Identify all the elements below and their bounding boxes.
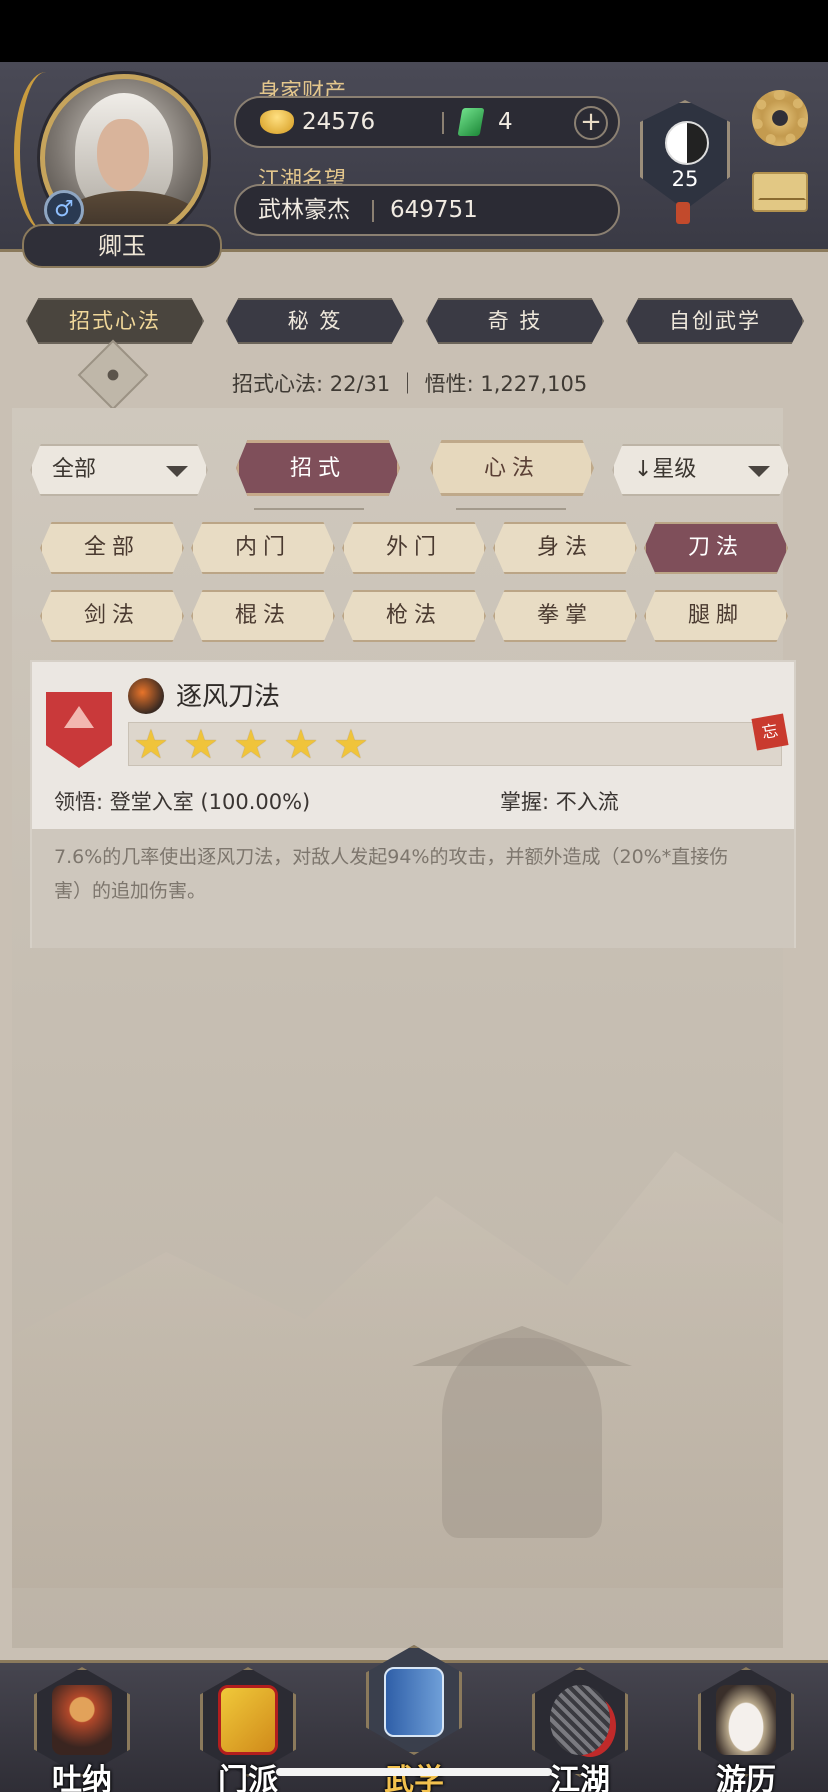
tab-moves-mind[interactable]: 招式心法	[26, 298, 204, 344]
add-currency-button[interactable]: +	[574, 106, 608, 140]
tab-self-created[interactable]: 自创武学	[626, 298, 804, 344]
jade-icon	[457, 108, 485, 136]
tab-special-skill[interactable]: 奇 技	[426, 298, 604, 344]
tab-secret-manual[interactable]: 秘 笈	[226, 298, 404, 344]
player-header: ♂ 卿玉 身家财产 24576 4 + 江湖名望 武林豪杰 649751 25	[0, 62, 828, 268]
blade-skill-icon	[128, 678, 164, 714]
category-leg[interactable]: 腿脚	[644, 590, 788, 642]
category-spear[interactable]: 枪法	[342, 590, 486, 642]
star-icon: ★	[333, 722, 369, 768]
tassel-icon	[676, 202, 690, 224]
skill-name: 逐风刀法	[176, 682, 281, 712]
toggle-mind[interactable]: 心法	[430, 440, 594, 496]
scope-dropdown-value: 全部	[52, 457, 97, 482]
nav-label: 吐纳	[52, 1763, 112, 1792]
background-figure	[442, 1338, 602, 1538]
star-icon: ★	[283, 722, 319, 768]
category-all[interactable]: 全部	[40, 522, 184, 574]
star-icon: ★	[233, 722, 269, 768]
star-icon: ★	[133, 722, 169, 768]
chevron-down-icon	[166, 466, 188, 477]
yin-yang-icon	[665, 121, 709, 165]
status-bar	[0, 0, 828, 62]
sort-dropdown[interactable]: ↓星级	[612, 444, 790, 496]
category-fist-palm[interactable]: 拳掌	[493, 590, 637, 642]
category-blade[interactable]: 刀法	[644, 522, 788, 574]
toggle-moves[interactable]: 招式	[236, 440, 400, 496]
category-staff[interactable]: 棍法	[191, 590, 335, 642]
category-inner[interactable]: 内门	[191, 522, 335, 574]
level-value: 25	[671, 167, 699, 191]
nav-breathing[interactable]: 吐纳	[22, 1663, 142, 1792]
star-icon: ★	[183, 722, 219, 768]
divider	[372, 200, 374, 222]
fame-bar: 武林豪杰 649751	[234, 184, 620, 236]
skill-panel: 全部 招式 心法 ↓星级 全部 内门 外门 身法 刀法 剑法 棍法 枪法 拳掌 …	[12, 408, 796, 1648]
category-sword[interactable]: 剑法	[40, 590, 184, 642]
wealth-bar: 24576 4 +	[234, 96, 620, 148]
nav-label: 游历	[716, 1763, 776, 1792]
mastery-text: 掌握: 不入流	[500, 790, 619, 814]
decorative-line	[456, 508, 566, 510]
gold-ingot-icon	[260, 110, 294, 134]
star-rating: ★ ★ ★ ★ ★	[128, 722, 782, 768]
skill-description: 7.6%的几率使出逐风刀法，对敌人发起94%的攻击，并额外造成（20%*直接伤害…	[54, 846, 729, 902]
meditating-monk-icon	[52, 1685, 112, 1755]
decorative-line	[254, 508, 364, 510]
skill-card[interactable]: 逐风刀法 ★ ★ ★ ★ ★ 忘 领悟: 登堂入室 (100.00%) 掌握: 不入流 …	[30, 660, 796, 948]
level-badge[interactable]: 25	[640, 100, 730, 210]
divider	[442, 112, 444, 134]
eye-icon[interactable]	[77, 339, 149, 411]
category-movement[interactable]: 身法	[493, 522, 637, 574]
settings-gear-icon[interactable]	[752, 90, 808, 146]
fame-value: 649751	[390, 197, 478, 223]
mail-envelope-icon[interactable]	[752, 172, 808, 212]
skill-stats: 招式心法: 22/31 ｜ 悟性: 1,227,105	[232, 372, 588, 396]
player-name: 卿玉	[22, 224, 222, 268]
horse-icon	[716, 1685, 776, 1755]
chevron-down-icon	[748, 466, 770, 477]
sort-dropdown-value: ↓星级	[634, 457, 697, 482]
home-indicator	[276, 1768, 552, 1776]
gold-amount: 24576	[302, 109, 376, 135]
nav-travel[interactable]: 游历	[686, 1663, 806, 1792]
upgrade-shield-icon[interactable]	[46, 692, 112, 768]
background-landscape	[12, 1151, 783, 1588]
category-outer[interactable]: 外门	[342, 522, 486, 574]
scope-dropdown[interactable]: 全部	[30, 444, 208, 496]
jade-amount: 4	[498, 109, 513, 135]
scroll-book-icon	[384, 1667, 444, 1737]
forget-tag-icon[interactable]: 忘	[751, 713, 789, 751]
sect-banner-icon	[218, 1685, 278, 1755]
comprehension-text: 领悟: 登堂入室 (100.00%)	[54, 790, 311, 814]
fame-title: 武林豪杰	[258, 197, 350, 223]
bamboo-hat-icon	[550, 1685, 610, 1755]
